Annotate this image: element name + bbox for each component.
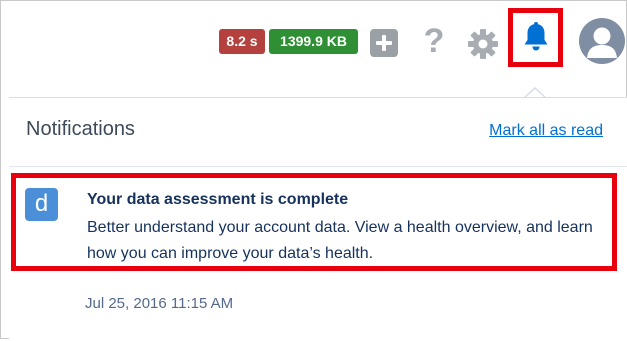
notifications-panel: Notifications Mark all as read d Your da… <box>9 97 627 341</box>
notifications-panel-header: Notifications Mark all as read <box>9 98 627 166</box>
header-divider <box>9 166 627 167</box>
notification-title: Your data assessment is complete <box>87 191 349 208</box>
page-size-badge: 1399.9 KB <box>269 29 358 54</box>
panel-title: Notifications <box>26 118 135 140</box>
notifications-button[interactable] <box>508 8 563 67</box>
page-timing-badge: 8.2 s <box>219 29 265 54</box>
bell-icon <box>524 22 548 51</box>
notification-app-icon: d <box>25 188 58 221</box>
app-window: 8.2 s 1399.9 KB ? Notifications Mark all… <box>0 0 627 341</box>
notification-body: Better understand your account data. Vie… <box>87 219 593 262</box>
help-icon[interactable]: ? <box>422 21 446 61</box>
notification-timestamp: Jul 25, 2016 11:15 AM <box>85 295 234 312</box>
add-icon[interactable] <box>370 29 398 57</box>
user-avatar[interactable] <box>579 18 625 64</box>
global-header: 8.2 s 1399.9 KB ? <box>1 1 626 87</box>
mark-all-read-link[interactable]: Mark all as read <box>489 122 603 140</box>
notification-item[interactable]: d Your data assessment is complete Bette… <box>11 173 617 271</box>
gear-icon[interactable] <box>467 28 499 60</box>
user-avatar-icon <box>587 27 617 58</box>
